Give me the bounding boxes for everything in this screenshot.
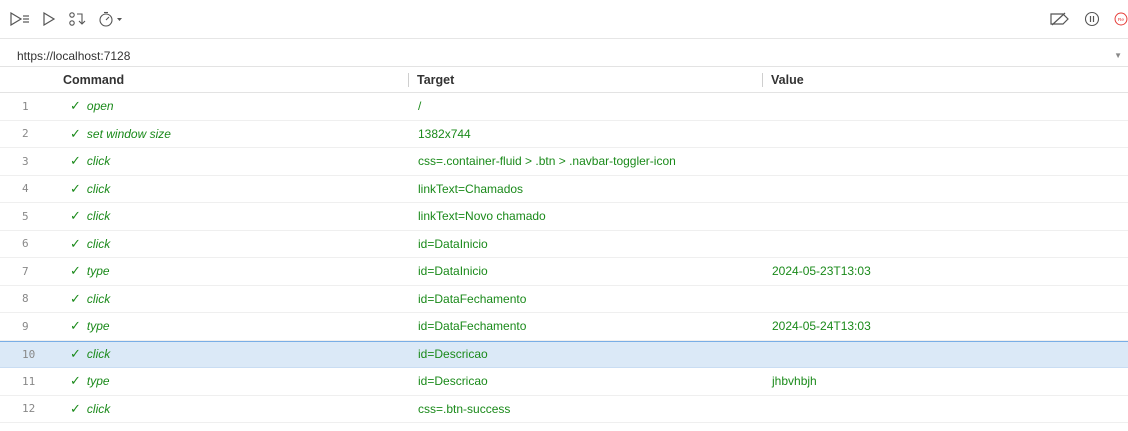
row-index: 7 <box>22 264 29 278</box>
row-command[interactable]: ✓ set window size <box>63 126 408 142</box>
table-row[interactable]: 11 ✓ type id=Descricao jhbvhbjh <box>0 368 1128 396</box>
commands-table-body: 1 ✓ open / 2 ✓ set window size 1382x744 3 … <box>0 93 1128 423</box>
check-icon: ✓ <box>70 373 81 389</box>
row-value[interactable]: jhbvhbjh <box>762 374 1128 388</box>
row-value[interactable]: 2024-05-23T13:03 <box>762 264 1128 278</box>
base-url-input[interactable]: https://localhost:7128 <box>17 49 130 63</box>
chevron-down-icon[interactable]: ▼ <box>1114 51 1122 60</box>
table-row[interactable]: 10 ✓ click id=Descricao <box>0 340 1128 368</box>
row-target[interactable]: css=.container-fluid > .btn > .navbar-to… <box>408 154 762 168</box>
speed-icon[interactable] <box>98 5 124 33</box>
table-row[interactable]: 7 ✓ type id=DataInicio 2024-05-23T13:03 <box>0 258 1128 286</box>
row-target[interactable]: css=.btn-success <box>408 402 762 416</box>
row-command[interactable]: ✓ type <box>63 318 408 334</box>
table-row[interactable]: 5 ✓ click linkText=Novo chamado <box>0 203 1128 231</box>
table-row[interactable]: 4 ✓ click linkText=Chamados <box>0 176 1128 203</box>
check-icon: ✓ <box>70 235 81 251</box>
row-command-text: click <box>86 181 111 196</box>
check-icon: ✓ <box>70 125 81 141</box>
step-icon[interactable] <box>68 5 86 33</box>
table-row[interactable]: 8 ✓ click id=DataFechamento <box>0 286 1128 313</box>
row-command[interactable]: ✓ click <box>63 236 408 252</box>
row-command[interactable]: ✓ click <box>63 153 408 169</box>
toolbar: Re <box>0 0 1128 39</box>
row-command[interactable]: ✓ click <box>63 181 408 197</box>
value-column-header[interactable]: Value <box>762 72 1128 87</box>
row-index: 5 <box>22 209 29 223</box>
row-target[interactable]: linkText=Chamados <box>408 182 762 196</box>
command-column-header[interactable]: Command <box>56 73 408 87</box>
row-index: 2 <box>22 127 29 141</box>
table-row[interactable]: 3 ✓ click css=.container-fluid > .btn > .… <box>0 148 1128 176</box>
row-target[interactable]: id=DataFechamento <box>408 292 762 306</box>
pause-icon[interactable] <box>1084 5 1100 33</box>
run-current-icon[interactable] <box>42 5 56 33</box>
table-row[interactable]: 12 ✓ click css=.btn-success <box>0 396 1128 423</box>
check-icon: ✓ <box>70 98 81 114</box>
row-target[interactable]: id=Descricao <box>408 347 762 361</box>
check-icon: ✓ <box>70 318 81 334</box>
commands-table-header: Command Target Value <box>0 67 1128 93</box>
row-command[interactable]: ✓ click <box>63 346 408 362</box>
run-all-icon[interactable] <box>10 5 30 33</box>
row-command-text: type <box>86 374 110 389</box>
toolbar-right: Re <box>1048 5 1128 33</box>
table-row[interactable]: 9 ✓ type id=DataFechamento 2024-05-24T13:… <box>0 313 1128 341</box>
row-command[interactable]: ✓ open <box>63 98 408 114</box>
check-icon: ✓ <box>70 290 81 306</box>
row-command-text: click <box>86 154 111 169</box>
table-row[interactable]: 1 ✓ open / <box>0 93 1128 121</box>
row-index: 3 <box>22 154 29 168</box>
row-command[interactable]: ✓ click <box>63 291 408 307</box>
row-command-text: click <box>86 291 111 306</box>
row-target[interactable]: id=DataInicio <box>408 264 762 278</box>
check-icon: ✓ <box>70 400 81 416</box>
row-command-text: click <box>86 236 111 251</box>
row-command[interactable]: ✓ type <box>63 373 408 389</box>
row-command-text: click <box>86 209 111 224</box>
row-target[interactable]: id=DataFechamento <box>408 319 762 333</box>
row-command-text: click <box>86 347 111 362</box>
row-index: 1 <box>22 99 29 113</box>
row-command-text: set window size <box>86 126 171 141</box>
check-icon: ✓ <box>70 346 81 362</box>
record-label: Re <box>1118 17 1125 23</box>
check-icon: ✓ <box>70 180 81 196</box>
row-command-text: type <box>86 319 110 334</box>
table-row[interactable]: 2 ✓ set window size 1382x744 <box>0 121 1128 148</box>
row-value[interactable]: 2024-05-24T13:03 <box>762 319 1128 333</box>
row-command-text: type <box>86 264 110 279</box>
check-icon: ✓ <box>70 263 81 279</box>
row-command-text: open <box>86 99 114 114</box>
toolbar-left <box>10 5 136 33</box>
row-index: 10 <box>22 347 36 361</box>
row-index: 6 <box>22 237 29 251</box>
target-column-header[interactable]: Target <box>408 72 762 87</box>
record-icon[interactable]: Re <box>1114 5 1128 33</box>
check-icon: ✓ <box>70 153 81 169</box>
row-command[interactable]: ✓ type <box>63 263 408 279</box>
row-index: 12 <box>22 402 36 416</box>
table-row[interactable]: 6 ✓ click id=DataInicio <box>0 231 1128 258</box>
row-target[interactable]: / <box>408 99 762 113</box>
row-target[interactable]: id=Descricao <box>408 374 762 388</box>
row-index: 8 <box>22 292 29 306</box>
disable-breakpoints-icon[interactable] <box>1048 5 1070 33</box>
row-command[interactable]: ✓ click <box>63 208 408 224</box>
row-target[interactable]: id=DataInicio <box>408 237 762 251</box>
base-url-bar[interactable]: https://localhost:7128 ▼ <box>0 45 1128 67</box>
check-icon: ✓ <box>70 208 81 224</box>
row-command-text: click <box>86 401 111 416</box>
row-index: 9 <box>22 319 29 333</box>
row-index: 4 <box>22 182 29 196</box>
row-index: 11 <box>22 374 36 388</box>
row-target[interactable]: linkText=Novo chamado <box>408 209 762 223</box>
row-command[interactable]: ✓ click <box>63 401 408 417</box>
row-target[interactable]: 1382x744 <box>408 127 762 141</box>
